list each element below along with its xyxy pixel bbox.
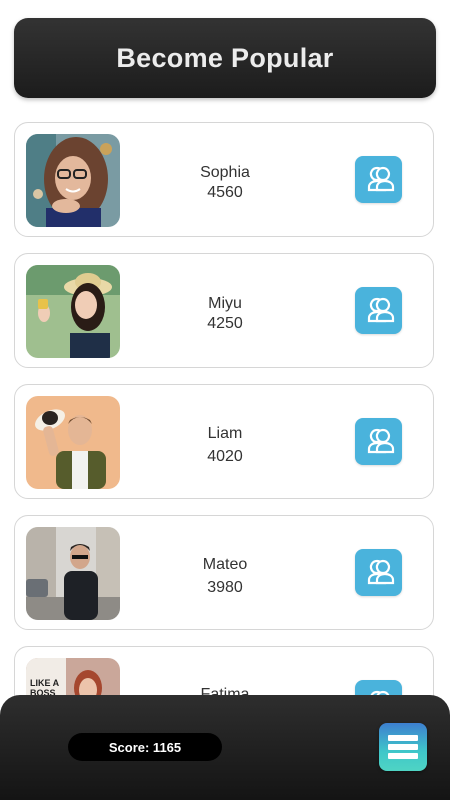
player-score: 4250 bbox=[207, 315, 243, 332]
add-friend-button[interactable] bbox=[355, 549, 402, 596]
add-friend-button[interactable] bbox=[355, 287, 402, 334]
player-name: Mateo bbox=[202, 556, 248, 573]
menu-button[interactable] bbox=[379, 723, 427, 771]
page-title: Become Popular bbox=[116, 42, 334, 73]
add-friend-button[interactable] bbox=[355, 418, 402, 465]
add-friend-icon bbox=[367, 166, 394, 191]
player-photo bbox=[26, 527, 120, 620]
player-card: Mateo 3980 bbox=[14, 515, 434, 630]
player-card: Sophia 4560 bbox=[14, 122, 434, 237]
player-photo bbox=[26, 134, 120, 227]
player-photo bbox=[26, 265, 120, 358]
bottom-bar: Score: 1165 bbox=[0, 695, 450, 800]
add-friend-icon bbox=[367, 559, 394, 584]
player-photo bbox=[26, 396, 120, 489]
player-name: Sophia bbox=[200, 164, 250, 181]
player-score: 4020 bbox=[207, 448, 243, 465]
add-friend-button[interactable] bbox=[355, 156, 402, 203]
player-card: Liam 4020 bbox=[14, 384, 434, 499]
add-friend-icon bbox=[367, 428, 394, 453]
player-name: Miyu bbox=[208, 295, 242, 312]
player-name: Liam bbox=[207, 425, 243, 442]
menu-icon bbox=[388, 735, 418, 759]
add-friend-icon bbox=[367, 297, 394, 322]
score-label: Score: 1165 bbox=[108, 739, 182, 755]
player-card: Miyu 4250 bbox=[14, 253, 434, 368]
player-score: 4560 bbox=[207, 184, 243, 201]
page-header: Become Popular bbox=[14, 18, 436, 98]
player-score: 3980 bbox=[207, 579, 243, 596]
score-display: Score: 1165 bbox=[68, 733, 222, 761]
svg-text:LIKE A: LIKE A bbox=[30, 678, 60, 688]
